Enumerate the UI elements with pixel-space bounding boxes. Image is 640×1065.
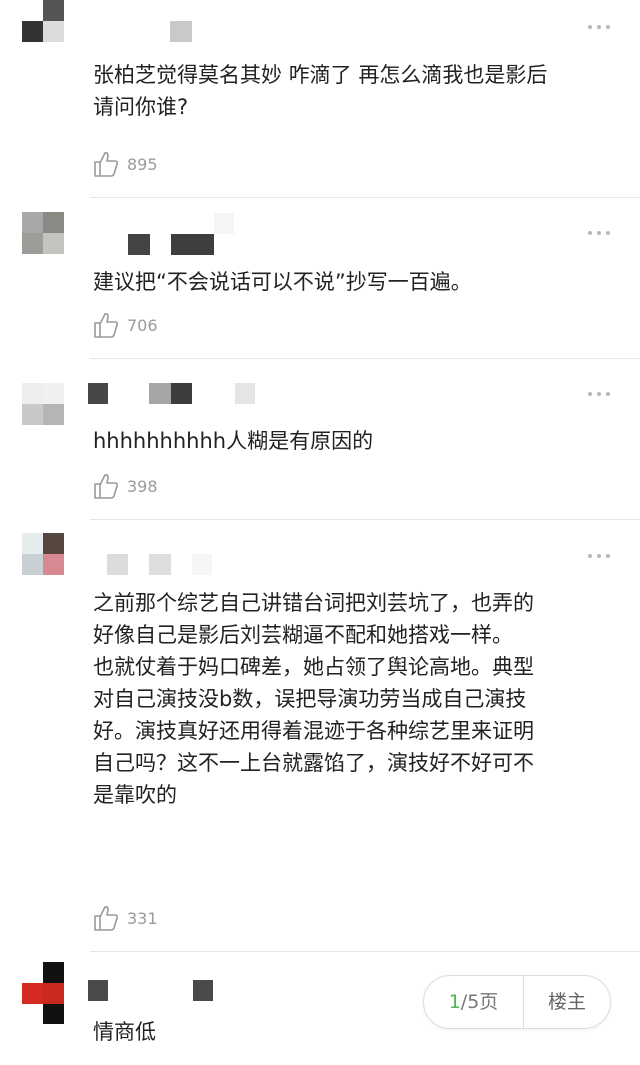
like-count: 331: [127, 909, 158, 928]
thumbs-up-icon: [94, 313, 119, 338]
more-options-button[interactable]: [588, 228, 614, 238]
comment-item: 建议把“不会说话可以不说”抄写一百遍。 706: [0, 198, 640, 359]
avatar[interactable]: [22, 962, 66, 1024]
thumbs-up-icon: [94, 906, 119, 931]
thumbs-up-icon: [94, 152, 119, 177]
more-options-button[interactable]: [588, 22, 614, 32]
more-dots-icon: [588, 25, 592, 29]
comment-text: 张柏芝觉得莫名其妙 咋滴了 再怎么滴我也是影后 请问你谁?: [93, 63, 548, 119]
page-select-button[interactable]: 1/5页: [424, 976, 523, 1028]
like-count: 398: [127, 477, 158, 496]
more-dots-icon: [588, 392, 592, 396]
comment-text: 建议把“不会说话可以不说”抄写一百遍。: [93, 270, 472, 294]
current-page: 1: [448, 991, 461, 1013]
only-owner-button[interactable]: 楼主: [524, 976, 610, 1028]
comment-item: 张柏芝觉得莫名其妙 咋滴了 再怎么滴我也是影后 请问你谁? 895: [0, 0, 640, 198]
page-navigator: 1/5页 楼主: [423, 975, 611, 1029]
more-dots-icon: [588, 231, 592, 235]
more-dots-icon: [588, 554, 592, 558]
avatar[interactable]: [22, 0, 64, 42]
total-pages: /5页: [460, 991, 499, 1013]
username-redacted[interactable]: [88, 21, 308, 43]
more-options-button[interactable]: [588, 389, 614, 399]
thumbs-up-icon: [94, 474, 119, 499]
avatar[interactable]: [22, 212, 64, 254]
comment-item: hhhhhhhhhh人糊是有原因的 398: [0, 359, 640, 520]
avatar[interactable]: [22, 383, 64, 425]
avatar[interactable]: [22, 533, 64, 575]
more-options-button[interactable]: [588, 551, 614, 561]
like-count: 895: [127, 155, 158, 174]
username-redacted[interactable]: [88, 980, 308, 1002]
username-redacted[interactable]: [88, 213, 308, 256]
comment-text: 之前那个综艺自己讲错台词把刘芸坑了，也弄的 好像自己是影后刘芸糊逼不配和她搭戏一…: [93, 591, 534, 807]
comment-item: 之前那个综艺自己讲错台词把刘芸坑了，也弄的 好像自己是影后刘芸糊逼不配和她搭戏一…: [0, 520, 640, 952]
username-redacted[interactable]: [88, 554, 308, 576]
like-count: 706: [127, 316, 158, 335]
comment-text: hhhhhhhhhh人糊是有原因的: [93, 429, 374, 453]
username-redacted[interactable]: [88, 383, 308, 405]
